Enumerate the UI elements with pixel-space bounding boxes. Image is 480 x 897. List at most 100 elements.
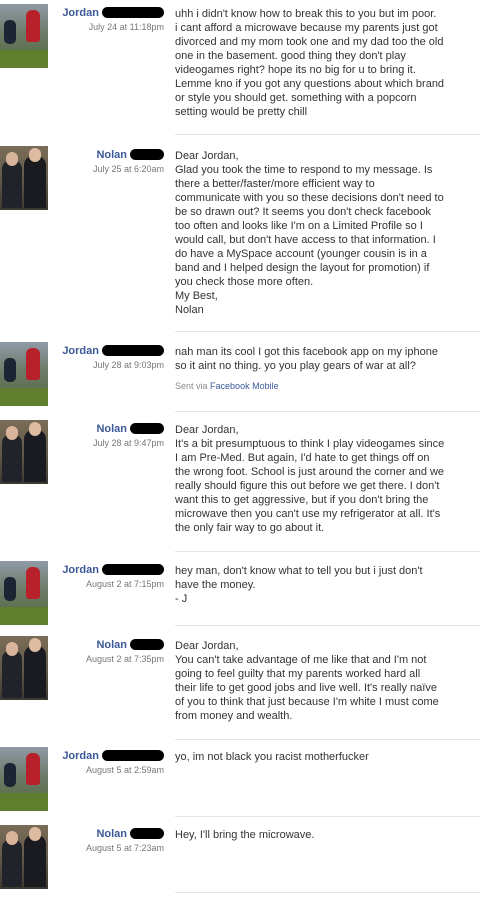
message-body: yo, im not black you racist motherfucker — [175, 750, 475, 764]
redaction-bar — [102, 750, 164, 761]
message-line: so it aint no thing. yo you play gears o… — [175, 360, 416, 372]
message-divider — [175, 816, 480, 817]
sender-name: Jordan — [50, 6, 164, 20]
message-line: You can't take advantage of me like that… — [175, 654, 427, 666]
message-line: I am Pre-Med. But again, I'd hate to get… — [175, 452, 430, 464]
avatar[interactable] — [0, 747, 48, 811]
message-line: their life to get good jobs and live wel… — [175, 682, 437, 694]
message-line: divorced and my mom took one and my dad … — [175, 36, 444, 48]
message-line: videogames right? hope its no big for u … — [175, 64, 416, 76]
sender-name-link[interactable]: Nolan — [96, 423, 127, 435]
message-line: nah man its cool I got this facebook app… — [175, 346, 438, 358]
message-line: want this to get aggressive, but if you … — [175, 494, 429, 506]
sent-via-label: Sent via — [175, 381, 208, 391]
message-line: the only fair way to go about it. — [175, 522, 325, 534]
sender-name-link[interactable]: Jordan — [62, 7, 99, 19]
message-line: - J — [175, 593, 188, 605]
avatar[interactable] — [0, 4, 48, 68]
message-line: band and I helped design the layout for … — [175, 262, 430, 274]
message-line: Dear Jordan, — [175, 150, 239, 162]
message-meta: Nolan August 5 at 7:23am — [50, 827, 164, 854]
message-divider — [175, 625, 480, 626]
message-line: would call, but don't have access to tha… — [175, 234, 436, 246]
message-line: Lemme kno if you got any questions about… — [175, 78, 445, 90]
message-meta: Jordan August 5 at 2:59am — [50, 749, 164, 776]
message-meta: Nolan July 25 at 6:20am — [50, 148, 164, 175]
timestamp[interactable]: July 24 at 11:18pm — [50, 21, 164, 33]
sender-name-link[interactable]: Jordan — [62, 345, 99, 357]
message-line: Nolan — [175, 304, 204, 316]
sender-name-link[interactable]: Nolan — [96, 639, 127, 651]
message-line: too often and looks like I'm on a Limite… — [175, 220, 423, 232]
sent-via: Sent via Facebook Mobile — [175, 379, 475, 393]
message-line: there a better/faster/more efficient way… — [175, 178, 375, 190]
message-meta: Nolan August 2 at 7:35pm — [50, 638, 164, 665]
avatar[interactable] — [0, 636, 48, 700]
message-line: It's a bit presumptuous to think I play … — [175, 438, 445, 450]
message-divider — [175, 892, 480, 893]
message-line: have the money. — [175, 579, 256, 591]
sender-name: Nolan — [50, 827, 164, 841]
redaction-bar — [102, 7, 164, 18]
message-body: Dear Jordan, It's a bit presumptuous to … — [175, 423, 475, 535]
message-line: Dear Jordan, — [175, 640, 239, 652]
message-line: from money and wealth. — [175, 710, 293, 722]
message-line: Glad you took the time to respond to my … — [175, 164, 433, 176]
facebook-mobile-link[interactable]: Facebook Mobile — [210, 381, 279, 391]
message-body: hey man, don't know what to tell you but… — [175, 564, 475, 606]
avatar[interactable] — [0, 342, 48, 406]
message-line: of you to think that just because I'm wh… — [175, 696, 439, 708]
message-line: be so drawn out? It seems you don't chec… — [175, 206, 431, 218]
message-line: microwave then you can't use my refriger… — [175, 508, 441, 520]
message-line: or style you should get. something with … — [175, 92, 417, 104]
avatar[interactable] — [0, 146, 48, 210]
timestamp[interactable]: July 28 at 9:03pm — [50, 359, 164, 371]
timestamp[interactable]: August 5 at 7:23am — [50, 842, 164, 854]
message-line: Dear Jordan, — [175, 424, 239, 436]
message-line: yo, im not black you racist motherfucker — [175, 751, 369, 763]
message-body: Dear Jordan, You can't take advantage of… — [175, 639, 475, 723]
message-divider — [175, 411, 480, 412]
message-line: hey man, don't know what to tell you but… — [175, 565, 423, 577]
sender-name: Nolan — [50, 422, 164, 436]
message-body: Hey, I'll bring the microwave. — [175, 828, 475, 842]
redaction-bar — [130, 639, 164, 650]
sender-name: Nolan — [50, 638, 164, 652]
message-line: one in the basement. good thing they don… — [175, 50, 406, 62]
timestamp[interactable]: August 5 at 2:59am — [50, 764, 164, 776]
message-divider — [175, 331, 480, 332]
message-line: the wrong foot. School is just around th… — [175, 466, 445, 478]
message-line: Hey, I'll bring the microwave. — [175, 829, 315, 841]
message-line: really should figure this out before we … — [175, 480, 440, 492]
sender-name: Jordan — [50, 749, 164, 763]
message-line: My Best, — [175, 290, 218, 302]
message-line: do have a MySpace account (younger cousi… — [175, 248, 427, 260]
sender-name-link[interactable]: Jordan — [62, 750, 99, 762]
sender-name-link[interactable]: Nolan — [96, 149, 127, 161]
message-line: going to feel guilty that my parents wor… — [175, 668, 421, 680]
redaction-bar — [102, 345, 164, 356]
message-body: uhh i didn't know how to break this to y… — [175, 7, 475, 119]
message-meta: Jordan July 24 at 11:18pm — [50, 6, 164, 33]
redaction-bar — [130, 149, 164, 160]
avatar[interactable] — [0, 825, 48, 889]
message-line: uhh i didn't know how to break this to y… — [175, 8, 437, 20]
timestamp[interactable]: July 28 at 9:47pm — [50, 437, 164, 449]
timestamp[interactable]: August 2 at 7:15pm — [50, 578, 164, 590]
avatar[interactable] — [0, 561, 48, 625]
message-line: you check those more often. — [175, 276, 314, 288]
message-body: nah man its cool I got this facebook app… — [175, 345, 475, 393]
message-meta: Nolan July 28 at 9:47pm — [50, 422, 164, 449]
message-meta: Jordan July 28 at 9:03pm — [50, 344, 164, 371]
timestamp[interactable]: August 2 at 7:35pm — [50, 653, 164, 665]
message-line: communicate with you so these decisions … — [175, 192, 444, 204]
sender-name: Jordan — [50, 563, 164, 577]
sender-name-link[interactable]: Nolan — [96, 828, 127, 840]
sender-name-link[interactable]: Jordan — [62, 564, 99, 576]
timestamp[interactable]: July 25 at 6:20am — [50, 163, 164, 175]
message-line: setting would be pretty chill — [175, 106, 308, 118]
message-body: Dear Jordan, Glad you took the time to r… — [175, 149, 475, 317]
avatar[interactable] — [0, 420, 48, 484]
redaction-bar — [130, 423, 164, 434]
message-divider — [175, 551, 480, 552]
